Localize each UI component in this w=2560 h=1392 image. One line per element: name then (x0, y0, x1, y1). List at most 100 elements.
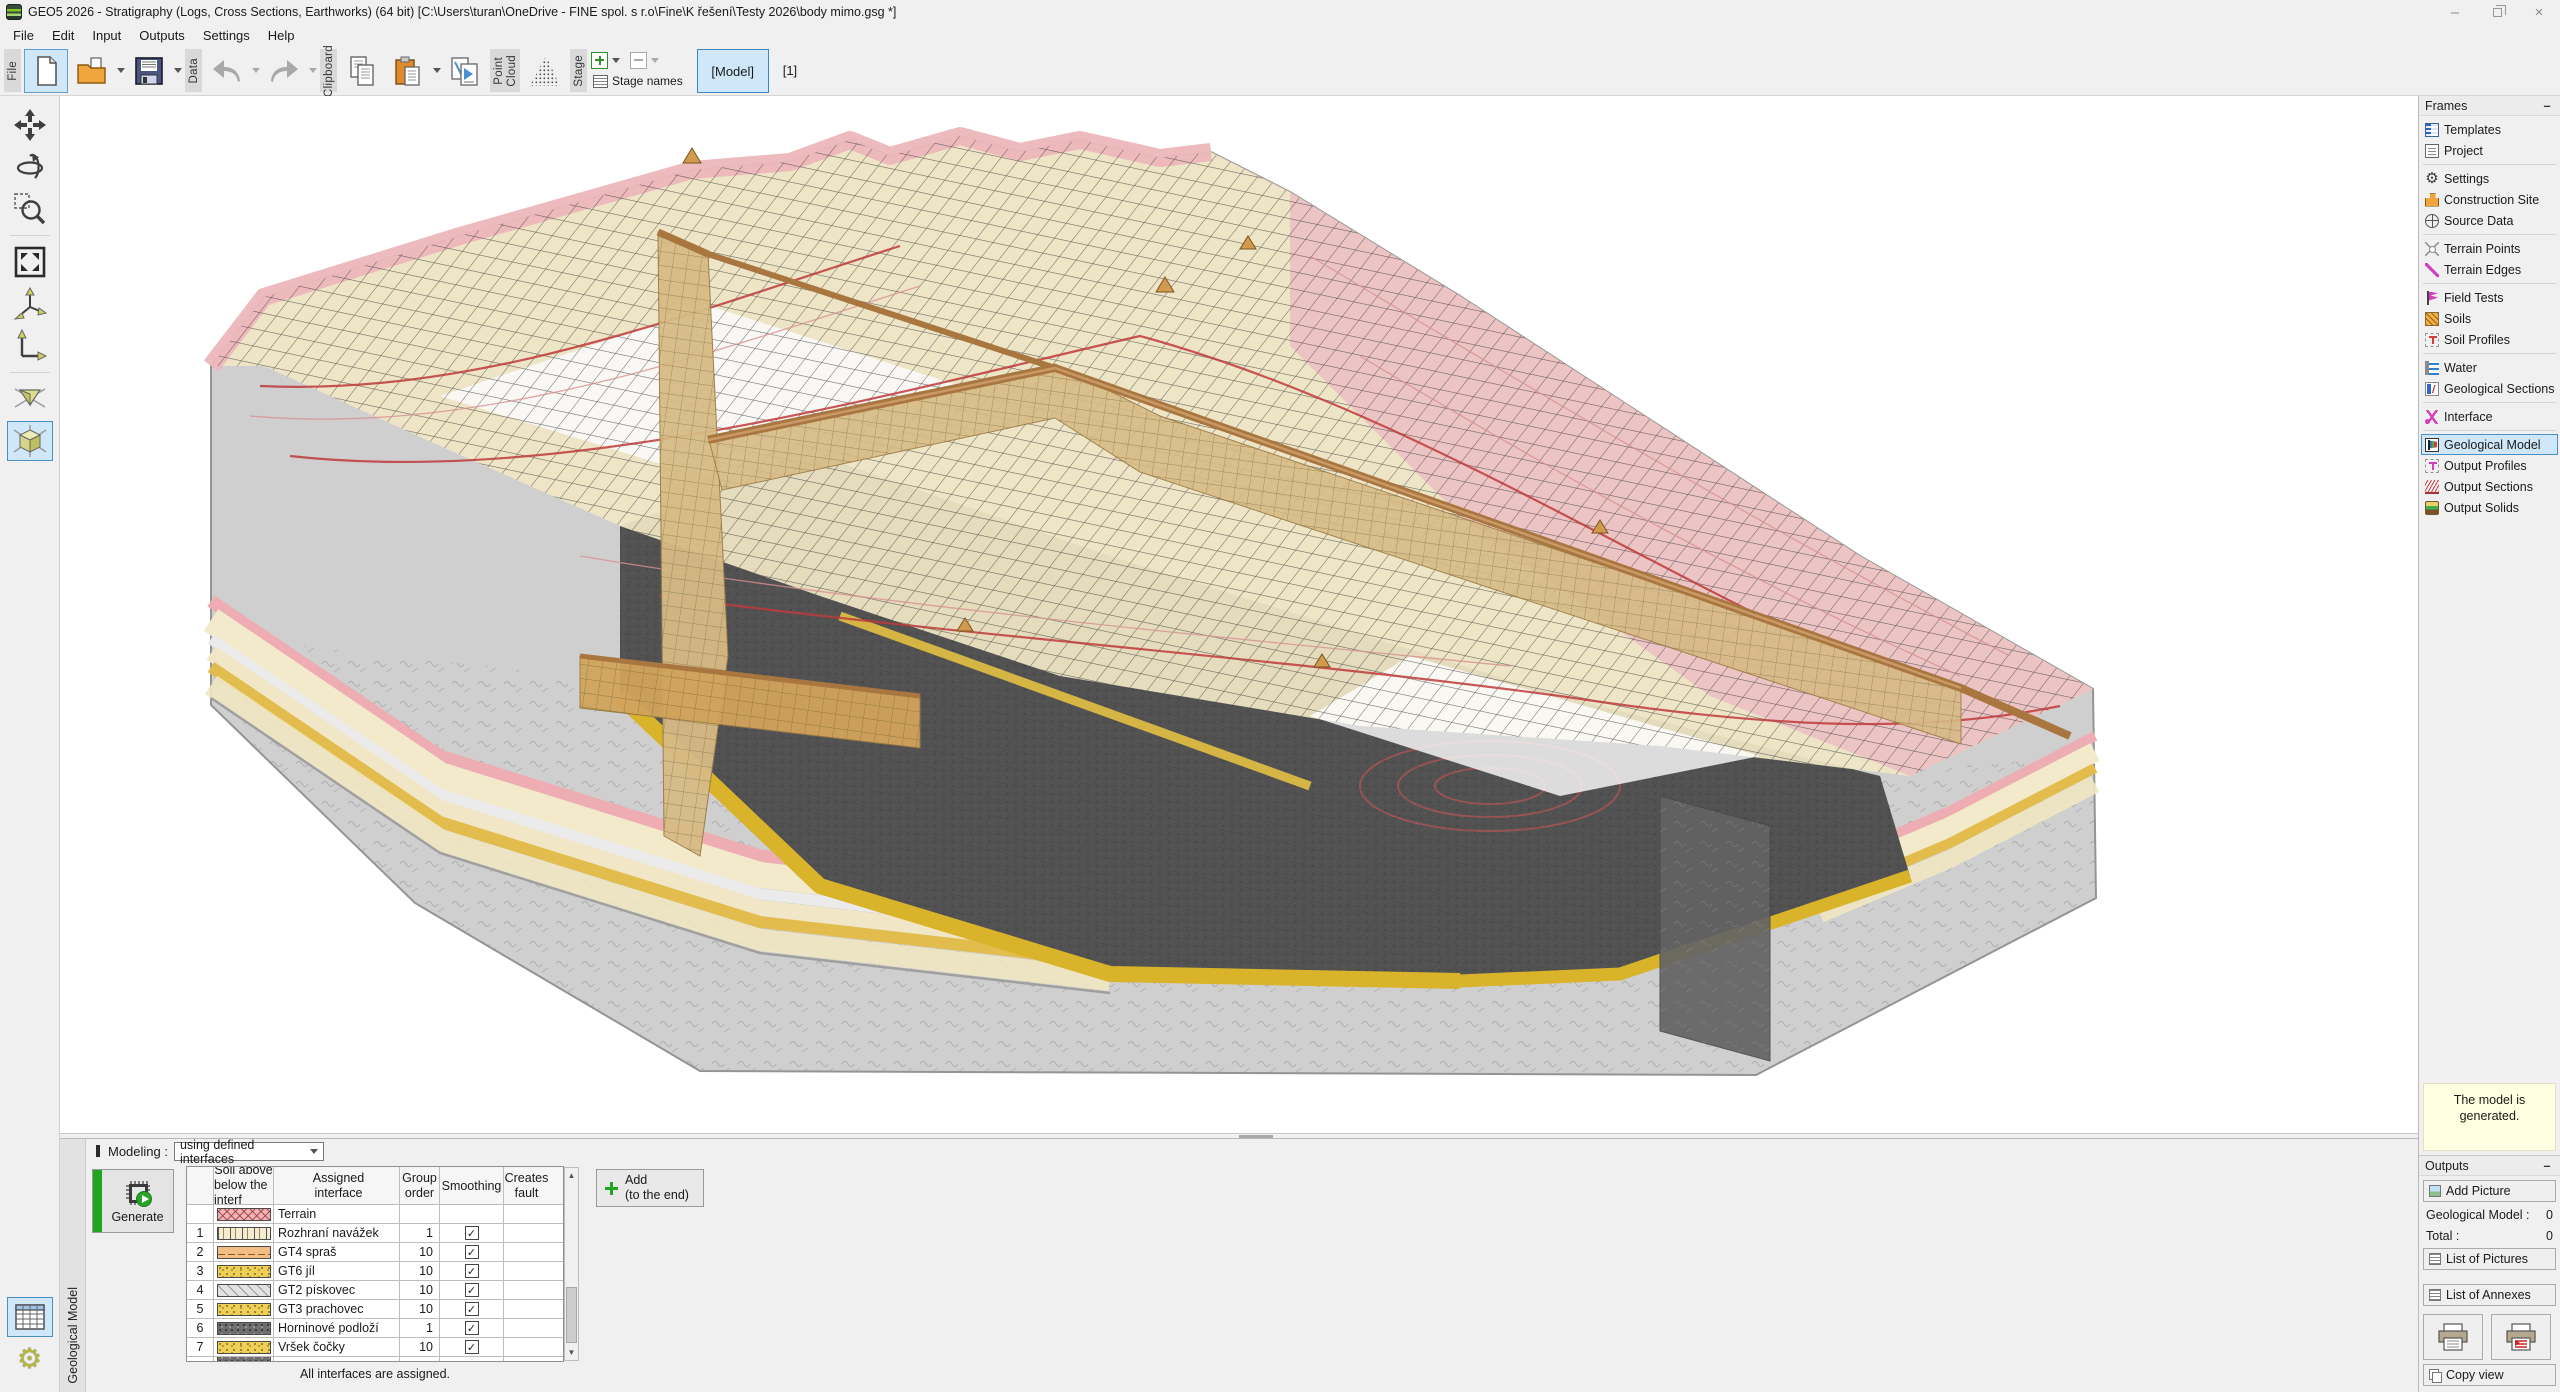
new-file-button[interactable] (24, 49, 68, 93)
paste-picture-button[interactable] (443, 49, 487, 93)
table-row[interactable]: 2 GT4 spraš 10 ✓ (187, 1242, 563, 1261)
axonometric-view-button[interactable] (7, 421, 53, 461)
generate-button[interactable]: Generate (92, 1169, 174, 1233)
frame-item-field-tests[interactable]: Field Tests (2421, 287, 2558, 308)
scroll-down-icon[interactable]: ▼ (565, 1345, 578, 1360)
frame-item-geological-sections[interactable]: Geological Sections (2421, 378, 2558, 399)
frame-item-construction-site[interactable]: Construction Site (2421, 189, 2558, 210)
axonometric-axes-button[interactable] (7, 284, 53, 324)
smoothing-checkbox[interactable]: ✓ (465, 1321, 479, 1335)
menu-help[interactable]: Help (259, 26, 304, 45)
frame-item-terrain-points[interactable]: Terrain Points (2421, 238, 2558, 259)
table-view-button[interactable] (7, 1297, 53, 1337)
frame-item-soils[interactable]: Soils (2421, 308, 2558, 329)
remove-stage-button[interactable] (630, 52, 647, 69)
open-file-button[interactable] (70, 49, 114, 93)
plan-axes-button[interactable] (7, 326, 53, 366)
collapse-frames-button[interactable]: – (2540, 99, 2554, 113)
menu-input[interactable]: Input (83, 26, 130, 45)
table-row[interactable]: 1 Rozhraní navážek 1 ✓ (187, 1223, 563, 1242)
frame-item-output-solids[interactable]: Output Solids (2421, 497, 2558, 518)
scrollbar-thumb[interactable] (566, 1287, 577, 1343)
copy-view-button[interactable]: Copy view (2423, 1364, 2556, 1386)
smoothing-checkbox[interactable]: ✓ (465, 1283, 479, 1297)
add-interface-button[interactable]: Add (to the end) (596, 1169, 704, 1207)
copy-button[interactable] (340, 49, 384, 93)
axes-2d-icon (12, 328, 48, 364)
table-row[interactable]: 4 GT2 pískovec 10 ✓ (187, 1280, 563, 1299)
frame-tab-geological-model[interactable]: Geological Model (60, 1139, 86, 1392)
redo-dropdown[interactable] (307, 48, 318, 92)
smoothing-checkbox[interactable]: ✓ (465, 1226, 479, 1240)
restore-button[interactable] (2476, 1, 2518, 23)
modeling-mode-select[interactable]: using defined interfaces (174, 1142, 324, 1161)
save-file-button[interactable] (127, 49, 171, 93)
construction-site-icon (2425, 193, 2439, 207)
frame-item-terrain-edges[interactable]: Terrain Edges (2421, 259, 2558, 280)
list-of-annexes-button[interactable]: List of Annexes (2423, 1284, 2556, 1306)
model-stage-button[interactable]: [Model] (697, 49, 769, 93)
paste-dropdown[interactable] (431, 48, 442, 92)
templates-icon (2425, 123, 2439, 137)
table-icon (12, 1299, 48, 1335)
rotate-icon (12, 149, 48, 185)
soil-pattern-swatch (217, 1265, 271, 1278)
rotate-tool-button[interactable] (7, 147, 53, 187)
table-row[interactable]: 5 GT3 prachovec 10 ✓ (187, 1299, 563, 1318)
frame-item-interface[interactable]: Interface (2421, 406, 2558, 427)
open-file-dropdown[interactable] (115, 48, 126, 92)
scroll-up-icon[interactable]: ▲ (565, 1168, 578, 1183)
column-header-soil: Soil abovebelow the interf (213, 1167, 273, 1204)
frame-item-settings[interactable]: ⚙Settings (2421, 168, 2558, 189)
smoothing-checkbox[interactable]: ✓ (465, 1264, 479, 1278)
menu-edit[interactable]: Edit (43, 26, 83, 45)
zoom-tool-button[interactable] (7, 189, 53, 229)
new-file-icon (29, 54, 63, 88)
menu-outputs[interactable]: Outputs (130, 26, 194, 45)
menu-settings[interactable]: Settings (194, 26, 259, 45)
frame-item-output-sections[interactable]: Output Sections (2421, 476, 2558, 497)
undo-button[interactable] (205, 49, 249, 93)
table-scrollbar[interactable]: ▲ ▼ (564, 1167, 579, 1361)
redo-button[interactable] (262, 49, 306, 93)
undo-dropdown[interactable] (250, 48, 261, 92)
table-row[interactable]: 6 Horninové podloží 1 ✓ (187, 1318, 563, 1337)
table-row-terrain[interactable]: Terrain (187, 1204, 563, 1223)
soil-pattern-swatch (217, 1303, 271, 1316)
smoothing-checkbox[interactable]: ✓ (465, 1245, 479, 1259)
save-file-dropdown[interactable] (172, 48, 183, 92)
table-row[interactable]: 7 Vršek čočky 10 ✓ (187, 1337, 563, 1356)
minimize-button[interactable]: – (2434, 1, 2476, 23)
menu-file[interactable]: File (4, 26, 43, 45)
stage-names-label[interactable]: Stage names (612, 74, 683, 88)
add-stage-button[interactable] (591, 52, 608, 69)
frame-item-output-profiles[interactable]: Output Profiles (2421, 455, 2558, 476)
frame-item-geological-model[interactable]: Geological Model (2421, 434, 2558, 455)
point-cloud-button[interactable] (523, 49, 567, 93)
paste-picture-icon (448, 54, 482, 88)
print-model-button[interactable] (2423, 1314, 2483, 1360)
perspective-view-button[interactable] (7, 379, 53, 419)
panel-drag-handle[interactable] (96, 1145, 100, 1157)
settings-gear-button[interactable]: ⚙ (7, 1339, 53, 1379)
chevron-down-icon[interactable] (612, 58, 620, 63)
list-of-pictures-button[interactable]: List of Pictures (2423, 1248, 2556, 1270)
print-annexes-button[interactable] (2491, 1314, 2551, 1360)
smoothing-checkbox[interactable]: ✓ (465, 1340, 479, 1354)
table-row[interactable]: 3 GT6 jíl 10 ✓ (187, 1261, 563, 1280)
paste-button[interactable] (386, 49, 430, 93)
frame-item-templates[interactable]: Templates (2421, 119, 2558, 140)
3d-geological-model-viewport[interactable] (60, 96, 2418, 1138)
gear-icon: ⚙ (17, 1345, 42, 1373)
add-picture-button[interactable]: Add Picture (2423, 1180, 2556, 1202)
stage-number-label[interactable]: [1] (773, 63, 807, 78)
collapse-outputs-button[interactable]: – (2540, 1159, 2554, 1173)
frame-item-project[interactable]: Project (2421, 140, 2558, 161)
pan-tool-button[interactable] (7, 105, 53, 145)
fit-to-screen-button[interactable] (7, 242, 53, 282)
smoothing-checkbox[interactable]: ✓ (465, 1302, 479, 1316)
frame-item-source-data[interactable]: Source Data (2421, 210, 2558, 231)
frame-item-soil-profiles[interactable]: Soil Profiles (2421, 329, 2558, 350)
close-button[interactable]: × (2518, 1, 2560, 23)
frame-item-water[interactable]: Water (2421, 357, 2558, 378)
